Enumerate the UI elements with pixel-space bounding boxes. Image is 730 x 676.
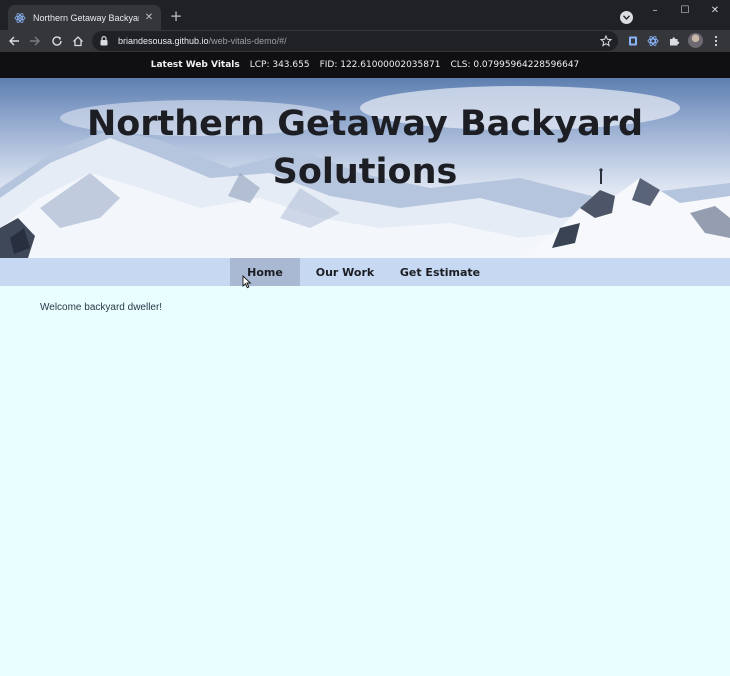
tab-close-icon[interactable]: ✕ [143,12,155,24]
url-path: /web-vitals-demo/#/ [208,36,287,46]
url-host: briandesousa.github.io [118,36,209,46]
main-nav: Home Our Work Get Estimate [0,258,730,286]
puzzle-extensions-icon[interactable] [666,33,682,49]
vitals-cls: CLS: 0.07995964228596647 [450,60,580,70]
hero-banner: Northern Getaway Backyard Solutions [0,78,730,258]
browser-tab[interactable]: Northern Getaway Backyard Solu ✕ [8,5,161,30]
mouse-cursor-icon [242,275,252,289]
page-viewport: Latest Web Vitals LCP: 343.655 FID: 122.… [0,52,730,676]
extension-icon[interactable] [625,33,641,49]
browser-tabstrip: Northern Getaway Backyard Solu ✕ + – ☐ ✕ [0,0,730,30]
forward-arrow-icon[interactable] [27,33,43,49]
maximize-icon[interactable]: ☐ [671,3,699,19]
close-window-icon[interactable]: ✕ [701,3,729,19]
home-icon[interactable] [70,33,86,49]
reload-icon[interactable] [49,33,65,49]
site-title: Northern Getaway Backyard Solutions [0,100,730,196]
nav-home[interactable]: Home [230,258,300,286]
profile-avatar[interactable] [688,33,703,48]
bookmark-star-icon[interactable] [598,33,614,49]
tab-search-icon[interactable] [620,11,633,24]
vitals-title: Latest Web Vitals [150,60,240,70]
site-title-line-1: Northern Getaway Backyard [86,104,644,144]
vitals-lcp: LCP: 343.655 [249,60,310,70]
browser-toolbar: briandesousa.github.io /web-vitals-demo/… [0,30,730,52]
address-bar[interactable]: briandesousa.github.io /web-vitals-demo/… [92,31,618,51]
react-icon [14,12,26,24]
new-tab-icon[interactable]: + [168,8,184,24]
tab-title: Northern Getaway Backyard Solu [33,12,139,23]
minimize-icon[interactable]: – [641,3,669,19]
welcome-text: Welcome backyard dweller! [40,302,163,313]
web-vitals-bar: Latest Web Vitals LCP: 343.655 FID: 122.… [0,52,730,78]
site-title-line-2: Solutions [272,152,458,192]
nav-get-estimate[interactable]: Get Estimate [390,258,490,286]
lock-icon[interactable] [100,36,110,46]
react-devtools-icon[interactable] [645,33,661,49]
back-arrow-icon[interactable] [6,33,22,49]
nav-our-work[interactable]: Our Work [300,258,390,286]
menu-dots-icon[interactable] [708,33,724,49]
vitals-fid: FID: 122.61000002035871 [319,60,441,70]
